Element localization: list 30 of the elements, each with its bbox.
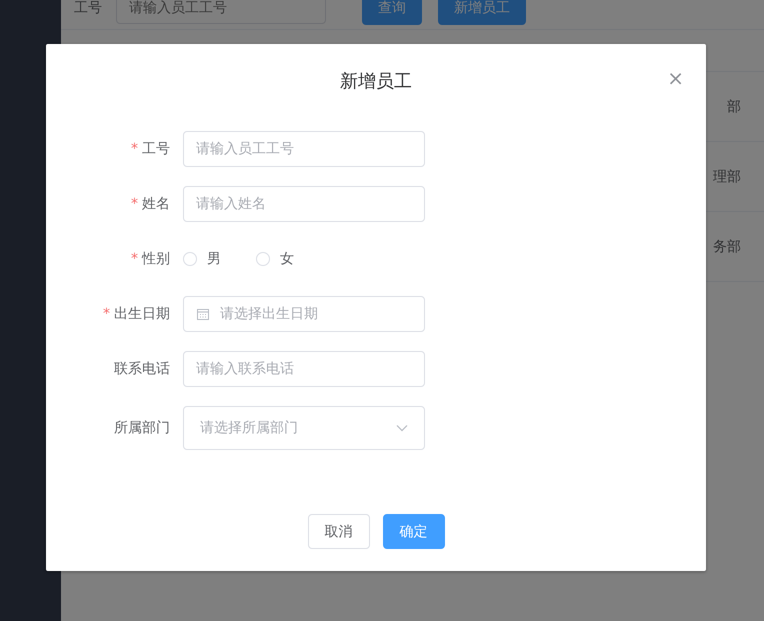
calendar-icon bbox=[196, 307, 210, 321]
date-field[interactable]: 请选择出生日期 bbox=[183, 296, 425, 332]
toolbar-button[interactable]: 查询 bbox=[362, 0, 422, 24]
select-field[interactable]: 请选择所属部门 bbox=[183, 406, 425, 450]
search-field[interactable]: 请输入员工工号 bbox=[116, 0, 326, 24]
field-label: 出生日期 bbox=[114, 306, 170, 322]
radio-option[interactable]: 男 bbox=[183, 250, 221, 268]
close-button[interactable]: × bbox=[667, 68, 684, 88]
table-cell: 理部 bbox=[713, 168, 741, 186]
dialog-title: 新增员工 bbox=[340, 70, 412, 93]
chevron-down-icon bbox=[396, 424, 408, 432]
input-field[interactable]: 请输入员工工号 bbox=[183, 131, 425, 167]
required-mark: * bbox=[131, 141, 138, 157]
field-label: 性别 bbox=[142, 251, 170, 267]
input-field[interactable]: 请输入姓名 bbox=[183, 186, 425, 222]
dialog-button[interactable]: 确定 bbox=[382, 514, 444, 549]
required-mark: * bbox=[131, 251, 138, 267]
radio-option[interactable]: 女 bbox=[256, 250, 294, 268]
required-mark: * bbox=[131, 196, 138, 212]
input-field[interactable]: 请输入联系电话 bbox=[183, 351, 425, 387]
required-mark: * bbox=[103, 306, 110, 322]
table-cell: 部 bbox=[727, 98, 741, 116]
field-label: 所属部门 bbox=[114, 420, 170, 436]
field-label: 姓名 bbox=[142, 196, 170, 212]
field-label: 联系电话 bbox=[114, 361, 170, 377]
field-label: 工号 bbox=[74, 0, 102, 16]
dialog-button[interactable]: 取消 bbox=[308, 514, 370, 549]
toolbar-button[interactable]: 新增员工 bbox=[438, 0, 526, 24]
field-label: 工号 bbox=[142, 141, 170, 157]
table-cell: 务部 bbox=[713, 238, 741, 256]
